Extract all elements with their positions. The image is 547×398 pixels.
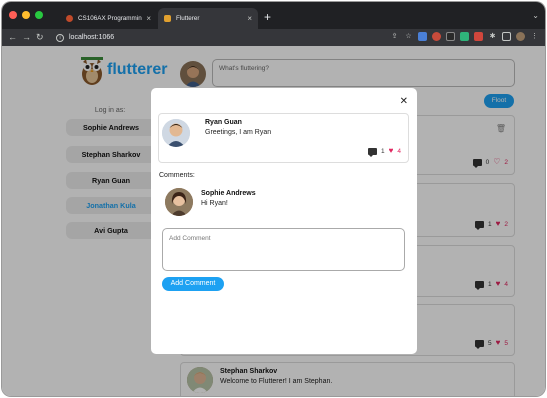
menu-kebab-icon[interactable]: ⋮ bbox=[530, 32, 539, 41]
comment-author: Sophie Andrews bbox=[201, 190, 256, 197]
comment-icon[interactable] bbox=[368, 147, 377, 157]
close-icon[interactable]: ✕ bbox=[400, 97, 408, 107]
comment-count: 1 bbox=[381, 147, 385, 155]
share-icon[interactable]: ⇪ bbox=[390, 32, 399, 41]
add-comment-button[interactable]: Add Comment bbox=[162, 277, 224, 291]
comments-modal: ✕ Ryan Guan Greetings, I am Ryan 1 ♥ 4 C… bbox=[151, 88, 417, 354]
close-tab-icon[interactable]: × bbox=[247, 14, 252, 23]
post-card: Ryan Guan Greetings, I am Ryan 1 ♥ 4 bbox=[158, 113, 409, 163]
tab-bar: CS106AX Programming Metho × Flutterer × … bbox=[2, 2, 545, 29]
extension-icon[interactable] bbox=[446, 32, 455, 41]
tab-cs106ax[interactable]: CS106AX Programming Metho × bbox=[60, 8, 157, 29]
extension-icon[interactable] bbox=[474, 32, 483, 41]
extension-icon[interactable] bbox=[418, 32, 427, 41]
comments-heading: Comments: bbox=[159, 172, 195, 179]
url-text: localhost:1066 bbox=[69, 34, 115, 41]
extensions-puzzle-icon[interactable]: ✱ bbox=[488, 32, 497, 41]
back-icon[interactable]: ← bbox=[8, 32, 17, 42]
post-actions: 1 ♥ 4 bbox=[368, 147, 401, 157]
window-controls bbox=[9, 11, 43, 19]
browser-window: CS106AX Programming Metho × Flutterer × … bbox=[2, 2, 545, 396]
extension-icon[interactable] bbox=[432, 32, 441, 41]
minimize-window-button[interactable] bbox=[22, 11, 30, 19]
new-tab-icon[interactable]: + bbox=[264, 11, 271, 23]
flutterer-page: flutterer Log in as: Sophie Andrews Step… bbox=[2, 46, 545, 396]
profile-avatar-icon[interactable] bbox=[516, 32, 525, 41]
forward-icon[interactable]: → bbox=[22, 32, 31, 42]
extension-icon[interactable] bbox=[460, 32, 469, 41]
author-name: Ryan Guan bbox=[205, 119, 242, 126]
close-window-button[interactable] bbox=[9, 11, 17, 19]
tab-title: Flutterer bbox=[176, 15, 200, 22]
author-avatar bbox=[162, 119, 190, 147]
close-tab-icon[interactable]: × bbox=[146, 14, 151, 23]
site-info-icon[interactable]: i bbox=[56, 33, 64, 42]
heart-icon[interactable]: ♥ bbox=[389, 147, 394, 155]
sidebar-icon[interactable] bbox=[502, 32, 511, 41]
favicon-icon bbox=[66, 15, 73, 22]
post-text: Greetings, I am Ryan bbox=[205, 129, 272, 136]
commenter-avatar bbox=[165, 188, 193, 216]
add-comment-input[interactable]: Add Comment bbox=[162, 228, 405, 271]
browser-toolbar: ← → ↻ i localhost:1066 ⇪ ☆ ✱ ⋮ bbox=[2, 29, 545, 46]
tab-title: CS106AX Programming Metho bbox=[78, 15, 143, 22]
bookmark-star-icon[interactable]: ☆ bbox=[404, 32, 413, 41]
reload-icon[interactable]: ↻ bbox=[36, 32, 44, 42]
extension-icons: ⇪ ☆ ✱ ⋮ bbox=[390, 32, 539, 41]
maximize-window-button[interactable] bbox=[35, 11, 43, 19]
like-count: 4 bbox=[397, 147, 401, 155]
comment-text: Hi Ryan! bbox=[201, 200, 228, 207]
favicon-icon bbox=[164, 15, 171, 22]
tab-flutterer[interactable]: Flutterer × bbox=[158, 8, 258, 29]
tab-search-icon[interactable]: ⌄ bbox=[532, 11, 539, 20]
